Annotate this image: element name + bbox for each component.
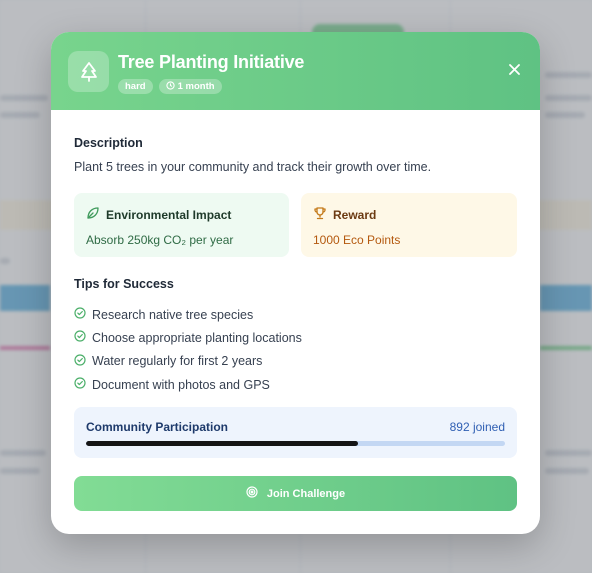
difficulty-label: hard <box>125 81 146 92</box>
check-circle-icon <box>74 307 86 322</box>
participant-count: 892 joined <box>449 420 505 434</box>
tip-text: Water regularly for first 2 years <box>92 354 263 369</box>
target-icon <box>246 486 258 501</box>
reward-value: 1000 Eco Points <box>313 233 401 247</box>
duration-label: 1 month <box>177 81 215 92</box>
tips-heading: Tips for Success <box>74 277 174 291</box>
tip-text: Choose appropriate planting locations <box>92 330 302 345</box>
participation-progress-bar <box>86 441 505 446</box>
difficulty-badge: hard <box>118 79 153 94</box>
tips-list: Research native tree species Choose appr… <box>74 303 302 396</box>
trophy-icon <box>313 206 327 223</box>
list-item: Choose appropriate planting locations <box>74 326 302 349</box>
participation-progress-fill <box>86 441 359 446</box>
tree-icon <box>68 51 109 92</box>
join-label: Join Challenge <box>266 487 346 500</box>
modal-title: Tree Planting Initiative <box>118 52 305 72</box>
tip-text: Research native tree species <box>92 307 254 322</box>
modal-header: Tree Planting Initiative hard 1 month <box>51 32 540 110</box>
reward-card: Reward 1000 Eco Points <box>301 193 517 257</box>
description-text: Plant 5 trees in your community and trac… <box>74 160 432 174</box>
impact-heading: Environmental Impact <box>106 207 232 222</box>
impact-card: Environmental Impact Absorb 250kg CO₂ pe… <box>74 193 289 257</box>
check-circle-icon <box>74 377 86 392</box>
close-icon <box>508 62 520 80</box>
community-label: Community Participation <box>86 420 229 434</box>
tip-text: Document with photos and GPS <box>92 377 270 392</box>
reward-heading: Reward <box>333 207 377 222</box>
join-challenge-button[interactable]: Join Challenge <box>74 476 517 511</box>
list-item: Document with photos and GPS <box>74 373 302 396</box>
impact-value: Absorb 250kg CO₂ per year <box>86 233 234 247</box>
check-circle-icon <box>74 354 86 369</box>
list-item: Research native tree species <box>74 303 302 326</box>
challenge-modal: Tree Planting Initiative hard 1 month De… <box>51 32 540 534</box>
modal-badges: hard 1 month <box>118 79 222 94</box>
community-participation: Community Participation 892 joined <box>74 407 517 458</box>
list-item: Water regularly for first 2 years <box>74 350 302 373</box>
duration-badge: 1 month <box>158 79 222 94</box>
check-circle-icon <box>74 330 86 345</box>
leaf-icon <box>86 206 100 223</box>
close-button[interactable] <box>506 63 522 79</box>
clock-icon <box>165 80 175 93</box>
description-heading: Description <box>74 136 143 150</box>
